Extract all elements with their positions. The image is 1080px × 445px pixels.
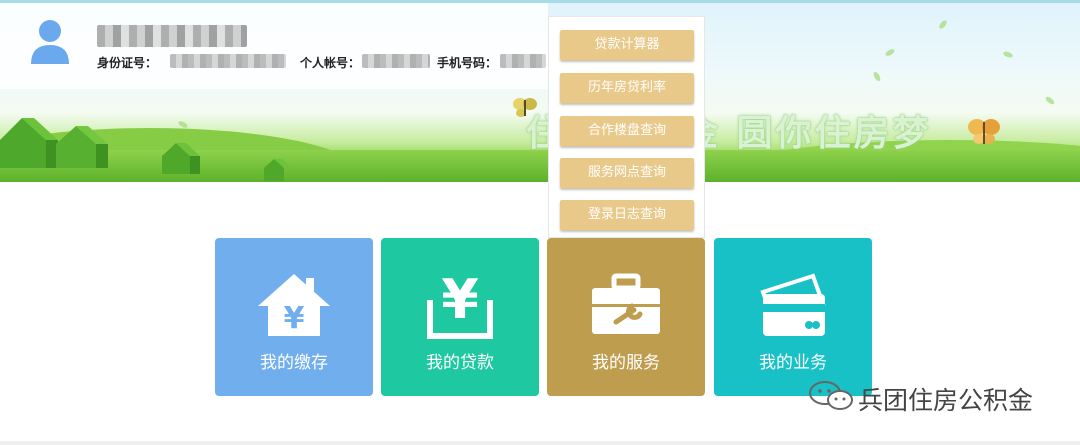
my-business-tile[interactable]: 我的业务 xyxy=(714,238,872,396)
leaf-decoration xyxy=(937,19,949,30)
my-loans-tile[interactable]: ¥ 我的贷款 xyxy=(381,238,539,396)
grass-house-icon xyxy=(162,143,200,174)
my-services-tile[interactable]: 我的服务 xyxy=(547,238,705,396)
wechat-account-name: 兵团住房公积金 xyxy=(858,386,1034,415)
my-deposits-tile[interactable]: ¥ 我的缴存 xyxy=(215,238,373,396)
user-info-panel: 身份证号： 个人帐号： 手机号码： xyxy=(0,3,548,89)
butterfly-icon xyxy=(968,119,1000,144)
yen-tray-icon: ¥ xyxy=(427,270,493,339)
account-number-label: 个人帐号： xyxy=(300,56,361,70)
page-bottom-border xyxy=(0,441,1080,445)
leaf-decoration xyxy=(872,70,882,83)
id-number-label: 身份证号： xyxy=(97,56,158,70)
my-deposits-label: 我的缴存 xyxy=(260,353,328,373)
services-dropdown-menu: 贷款计算器 历年房贷利率 合作楼盘查询 服务网点查询 登录日志查询 xyxy=(548,16,705,238)
wechat-icon xyxy=(809,381,853,410)
header-banner: 住房公积金 圆你住房梦 身份证号： 个人帐号： 手机号码： xyxy=(0,0,1080,182)
user-avatar-icon xyxy=(31,20,69,64)
svg-text:¥: ¥ xyxy=(441,270,479,331)
toolbox-icon xyxy=(592,273,660,334)
service-outlets-query-button[interactable]: 服务网点查询 xyxy=(560,158,694,188)
account-number-redacted xyxy=(362,54,430,68)
historical-mortgage-rates-button[interactable]: 历年房贷利率 xyxy=(560,73,694,103)
leaf-decoration xyxy=(1002,50,1014,59)
grass-house-icon xyxy=(264,159,292,181)
grass-house-icon xyxy=(56,126,108,168)
svg-text:¥: ¥ xyxy=(284,301,305,336)
cards-icon xyxy=(760,273,826,336)
loan-calculator-button[interactable]: 贷款计算器 xyxy=(560,30,694,60)
phone-number-label: 手机号码： xyxy=(437,56,498,70)
leaf-decoration xyxy=(884,47,896,58)
username-redacted xyxy=(97,25,247,47)
my-services-label: 我的服务 xyxy=(592,353,660,373)
my-loans-label: 我的贷款 xyxy=(426,353,494,373)
id-number-redacted xyxy=(170,54,286,68)
partner-properties-query-button[interactable]: 合作楼盘查询 xyxy=(560,116,694,146)
phone-number-redacted xyxy=(500,54,546,68)
login-log-query-button[interactable]: 登录日志查询 xyxy=(560,200,694,230)
my-business-label: 我的业务 xyxy=(759,353,827,373)
house-yen-icon: ¥ xyxy=(258,274,330,336)
butterfly-icon xyxy=(513,98,537,117)
grass-house-icon xyxy=(0,118,58,168)
